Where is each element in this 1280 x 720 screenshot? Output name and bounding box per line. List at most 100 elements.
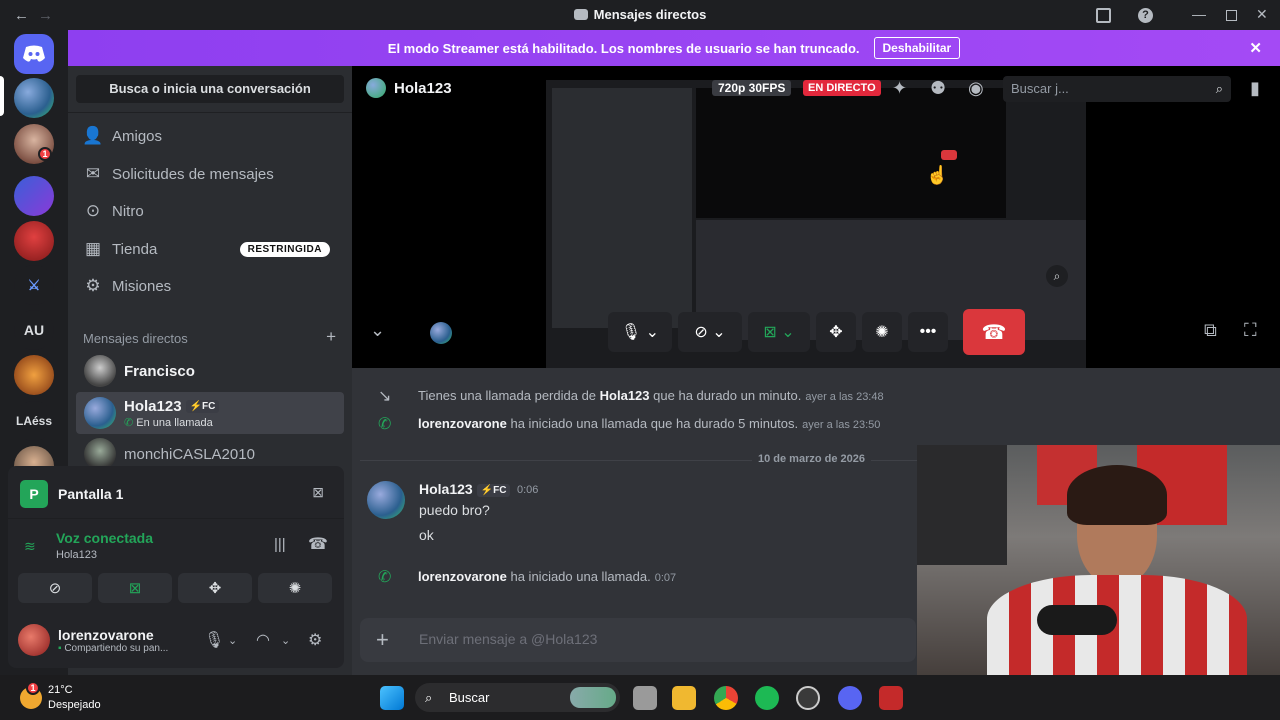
maximize-icon[interactable] — [1226, 10, 1237, 21]
screen-share-button[interactable]: ⊠ — [98, 573, 172, 603]
server-avatar-5[interactable]: ⚔ — [14, 265, 54, 305]
hang-up-icon: ☎ — [981, 321, 1007, 344]
activities-button[interactable]: ✥ — [816, 312, 856, 352]
server-avatar-6[interactable] — [14, 355, 54, 395]
nav-label: Nitro — [112, 202, 144, 220]
dm-francisco[interactable]: Francisco — [76, 350, 344, 392]
chrome-icon[interactable] — [714, 686, 738, 710]
settings-gear-icon[interactable]: ⚙ — [308, 630, 322, 650]
user-panel[interactable]: lorenzovarone ▪ Compartiendo su pan... — [18, 624, 168, 656]
sys-user[interactable]: lorenzovarone — [418, 569, 507, 584]
mute-button[interactable]: 🎙 ⌄ — [608, 312, 672, 352]
profile-icon[interactable]: ◉ — [968, 78, 984, 99]
divider — [8, 518, 344, 519]
server-au[interactable]: AU — [14, 310, 54, 350]
sys-user[interactable]: Hola123 — [600, 388, 650, 403]
inbox-icon[interactable] — [1096, 8, 1111, 23]
spotify-icon[interactable] — [755, 686, 779, 710]
popout-icon[interactable]: ⧉ — [1204, 320, 1217, 341]
dm-hola123[interactable]: Hola123 ⚡FC ✆ En una llamada — [76, 392, 344, 434]
nav-label: Amigos — [112, 127, 163, 145]
shop-icon: ▦ — [84, 239, 102, 258]
server-laess[interactable]: LAéss — [14, 401, 54, 441]
app-icon[interactable] — [879, 686, 903, 710]
server-avatar-4[interactable] — [14, 221, 54, 261]
windows-start-icon[interactable] — [380, 686, 404, 710]
discord-home-icon[interactable] — [14, 34, 54, 74]
headphones-icon[interactable]: ◠ — [256, 630, 270, 650]
sys-user[interactable]: lorenzovarone — [418, 416, 507, 431]
channel-avatar — [366, 78, 386, 98]
attach-plus-icon[interactable]: + — [376, 627, 389, 653]
file-explorer-icon[interactable] — [672, 686, 696, 710]
envelope-icon: ✉ — [85, 164, 101, 183]
chevron-down-icon[interactable]: ⌄ — [228, 634, 237, 647]
microphone-prop — [1037, 605, 1117, 635]
collapse-chevron-icon[interactable]: ⌄ — [370, 320, 385, 341]
disable-streamer-button[interactable]: Deshabilitar — [873, 37, 961, 59]
system-message-missed-call: Tienes una llamada perdida de Hola123 qu… — [418, 388, 884, 403]
server-avatar-3[interactable] — [14, 176, 54, 216]
add-friend-icon[interactable]: ⚉ — [930, 78, 946, 99]
stop-stream-icon[interactable]: ⊠ — [312, 484, 324, 501]
stage-search-input[interactable]: Buscar j... ⌕ — [1003, 76, 1231, 102]
bookmark-icon[interactable]: ▮ — [1250, 78, 1260, 99]
message-line: puedo bro? — [419, 502, 490, 518]
pin-icon[interactable]: ✦ — [892, 78, 907, 99]
fullscreen-icon[interactable]: ⛶ — [1244, 320, 1257, 341]
soundboard-icon: ✺ — [288, 580, 302, 597]
camera-off-button[interactable]: ⊘ — [18, 573, 92, 603]
person-shirt — [987, 575, 1247, 675]
system-message-call: lorenzovarone ha iniciado una llamada qu… — [418, 416, 880, 431]
hang-up-button[interactable]: ☎ — [963, 309, 1025, 355]
divider — [68, 112, 352, 113]
message-avatar[interactable] — [367, 481, 405, 519]
nav-shop[interactable]: ▦ Tienda RESTRINGIDA — [76, 232, 344, 266]
message-author[interactable]: Hola123 ⚡FC — [419, 481, 511, 497]
call-controls: 🎙 ⌄ ⊘ ⌄ ⊠ ⌄ ✥ ✺ ••• — [608, 310, 1012, 354]
create-dm-icon[interactable]: + — [326, 327, 336, 347]
microphone-icon[interactable]: 🎙 — [204, 630, 224, 650]
participant-avatar[interactable] — [430, 322, 452, 344]
voice-channel-name[interactable]: Hola123 — [56, 549, 97, 561]
nav-quests[interactable]: ⚙ Misiones — [76, 269, 344, 303]
chevron-down-icon[interactable]: ⌄ — [281, 634, 290, 647]
date-label: 10 de marzo de 2026 — [752, 453, 872, 465]
screen-share-button[interactable]: ⊠ ⌄ — [748, 312, 810, 352]
chat-bubbles-icon — [573, 9, 588, 20]
more-icon: ••• — [919, 323, 937, 340]
minimize-icon[interactable]: — — [1192, 6, 1206, 22]
find-conversation-button[interactable]: Busca o inicia una conversación — [76, 75, 344, 103]
close-banner-icon[interactable]: ✕ — [1249, 39, 1262, 57]
stream-preview-hangup — [941, 150, 957, 160]
title-bar: ← → Mensajes directos ? — ✕ — [0, 0, 1280, 30]
person-hair — [1067, 465, 1167, 525]
dm-status: En una llamada — [136, 416, 213, 429]
taskbar-search[interactable]: ⌕ Buscar — [415, 683, 620, 712]
zoom-icon[interactable]: ⌕ — [1046, 265, 1068, 287]
noise-suppression-icon[interactable]: ||| — [274, 536, 286, 553]
task-view-icon[interactable] — [633, 686, 657, 710]
nav-friends[interactable]: 👤 Amigos — [76, 119, 344, 153]
call-icon: ✆ — [378, 416, 392, 433]
camera-button[interactable]: ⊘ ⌄ — [678, 312, 742, 352]
nitro-icon: ⊙ — [85, 201, 101, 220]
help-icon[interactable]: ? — [1138, 8, 1153, 23]
soundboard-button[interactable]: ✺ — [862, 312, 902, 352]
nav-message-requests[interactable]: ✉ Solicitudes de mensajes — [76, 157, 344, 191]
microphone-icon: 🎙 ⌄ — [620, 324, 660, 341]
activities-button[interactable]: ✥ — [178, 573, 252, 603]
nav-nitro[interactable]: ⊙ Nitro — [76, 194, 344, 228]
obs-icon[interactable] — [796, 686, 820, 710]
window-title: Mensajes directos — [593, 7, 707, 22]
more-button[interactable]: ••• — [908, 312, 948, 352]
weather-widget[interactable]: 1 21°C Despejado — [20, 681, 101, 713]
message-composer[interactable]: + Enviar mensaje a @Hola123 — [360, 618, 916, 662]
disconnect-icon[interactable]: ☎ — [308, 534, 328, 554]
close-window-icon[interactable]: ✕ — [1256, 6, 1268, 23]
soundboard-button[interactable]: ✺ — [258, 573, 332, 603]
discord-icon[interactable] — [838, 686, 862, 710]
server-avatar-1[interactable] — [14, 78, 54, 118]
voice-connected-label[interactable]: Voz conectada — [56, 530, 153, 546]
search-icon: ⌕ — [425, 690, 433, 705]
